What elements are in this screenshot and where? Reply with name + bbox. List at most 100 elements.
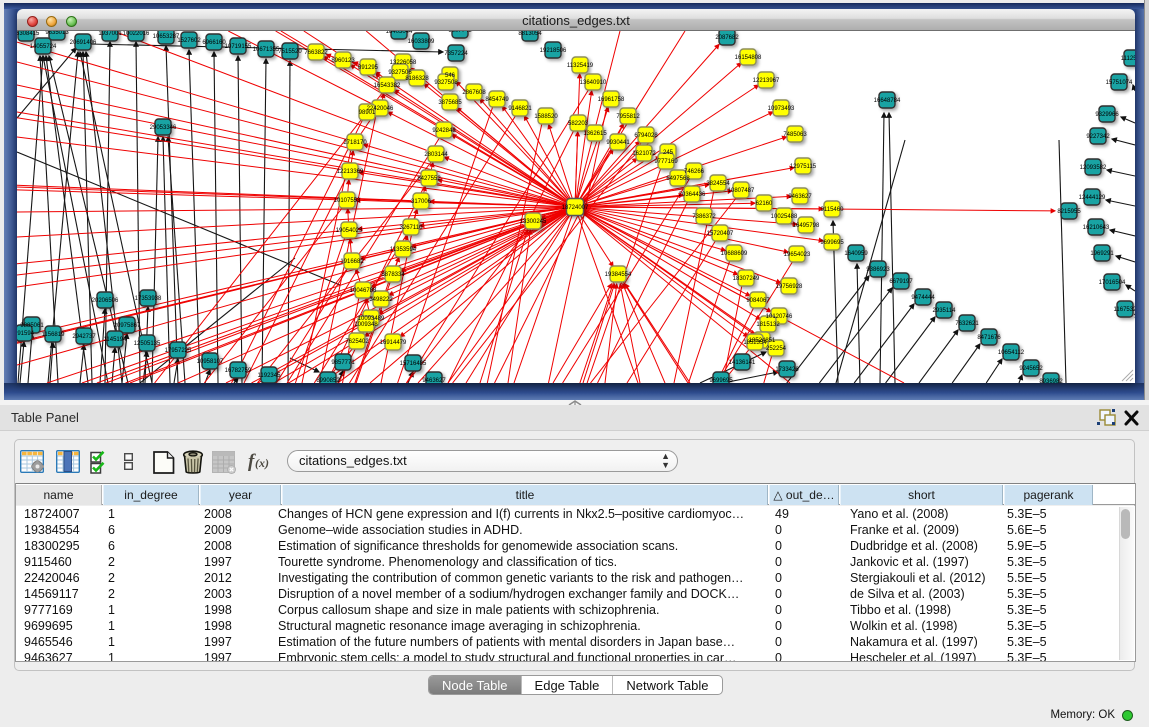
svg-text:20206506: 20206506: [92, 298, 119, 304]
svg-text:12975115: 12975115: [790, 164, 817, 170]
svg-text:9329966: 9329966: [1095, 112, 1119, 118]
svg-text:1588520: 1588520: [534, 114, 558, 120]
svg-text:62160: 62160: [756, 201, 773, 207]
svg-text:15720407: 15720407: [707, 231, 734, 237]
svg-text:9242848: 9242848: [432, 128, 456, 134]
svg-text:18307249: 18307249: [733, 276, 760, 282]
svg-text:20691406: 20691406: [70, 40, 97, 46]
svg-text:2942737: 2942737: [72, 334, 96, 340]
svg-text:9857771: 9857771: [331, 360, 355, 366]
svg-text:19654023: 19654023: [784, 252, 811, 258]
svg-text:10671355: 10671355: [253, 47, 280, 53]
svg-text:7357224: 7357224: [444, 51, 468, 57]
svg-text:8215955: 8215955: [1057, 209, 1081, 215]
svg-text:9699695: 9699695: [709, 378, 733, 383]
svg-text:9327508: 9327508: [434, 80, 458, 86]
svg-text:14136141: 14136141: [729, 360, 756, 366]
svg-text:3824554: 3824554: [706, 181, 730, 187]
svg-text:10807487: 10807487: [728, 188, 755, 194]
svg-text:10654112: 10654112: [998, 350, 1025, 356]
svg-text:746266: 746266: [684, 169, 705, 175]
svg-text:9607743: 9607743: [448, 31, 472, 34]
svg-text:12505135: 12505135: [134, 341, 161, 347]
svg-text:10025488: 10025488: [771, 214, 798, 220]
svg-text:891295: 891295: [358, 65, 379, 71]
svg-text:20364436: 20364436: [679, 192, 706, 198]
svg-text:8427552: 8427552: [417, 176, 441, 182]
svg-text:9245652: 9245652: [1019, 366, 1043, 372]
svg-text:9885061: 9885061: [20, 323, 44, 329]
svg-text:16210643: 16210643: [1083, 225, 1110, 231]
svg-text:8186328: 8186328: [405, 76, 429, 82]
svg-text:7625402: 7625402: [345, 339, 369, 345]
svg-text:19384554: 19384554: [605, 272, 632, 278]
svg-text:10958107: 10958107: [197, 359, 224, 365]
svg-text:9463627: 9463627: [788, 194, 812, 200]
svg-text:9146821: 9146821: [508, 106, 532, 112]
svg-text:12213967: 12213967: [753, 78, 780, 84]
svg-text:11353594: 11353594: [390, 247, 417, 253]
svg-text:8936982: 8936982: [1039, 379, 1063, 383]
svg-text:6679197: 6679197: [889, 279, 913, 285]
svg-text:12213369: 12213369: [337, 169, 364, 175]
svg-text:582203: 582203: [568, 121, 589, 127]
svg-text:1733426: 1733426: [775, 367, 799, 373]
svg-text:7955812: 7955812: [616, 114, 640, 120]
svg-text:1009348: 1009348: [354, 322, 378, 328]
svg-text:16782759: 16782759: [225, 368, 252, 374]
svg-text:10120746: 10120746: [766, 314, 793, 320]
svg-text:2867608: 2867608: [462, 90, 486, 96]
svg-text:9084067: 9084067: [746, 298, 770, 304]
svg-text:1969291: 1969291: [1090, 251, 1114, 257]
svg-text:19756928: 19756928: [776, 284, 803, 290]
svg-text:1640959: 1640959: [844, 251, 868, 257]
svg-text:17016504: 17016504: [1099, 280, 1126, 286]
svg-text:1937001: 1937001: [98, 31, 122, 37]
svg-text:9699695: 9699695: [820, 240, 844, 246]
svg-text:29053346: 29053346: [150, 125, 177, 131]
svg-text:16033809: 16033809: [408, 39, 435, 45]
svg-text:3267110: 3267110: [400, 225, 424, 231]
svg-text:1362615: 1362615: [583, 131, 607, 137]
svg-text:12444129: 12444129: [1079, 195, 1106, 201]
svg-text:16648784: 16648784: [874, 98, 901, 104]
svg-text:3498222: 3498222: [369, 297, 393, 303]
svg-text:9930441: 9930441: [606, 140, 630, 146]
svg-text:7663822: 7663822: [304, 50, 328, 56]
svg-text:15751074: 15751074: [1106, 80, 1133, 86]
svg-text:9115460: 9115460: [821, 207, 845, 213]
svg-text:17353938: 17353938: [135, 296, 162, 302]
svg-text:9777169: 9777169: [654, 159, 678, 165]
svg-text:6966160: 6966160: [202, 40, 226, 46]
svg-text:16914479: 16914479: [380, 340, 407, 346]
svg-text:8960123: 8960123: [331, 58, 355, 64]
svg-text:7485063: 7485063: [783, 132, 807, 138]
svg-text:1192345: 1192345: [258, 373, 282, 379]
svg-text:16543382: 16543382: [374, 83, 401, 89]
svg-text:10719155: 10719155: [225, 44, 252, 50]
svg-text:1167532: 1167532: [1114, 307, 1135, 313]
svg-text:16495798: 16495798: [793, 223, 820, 229]
svg-text:13226058: 13226058: [390, 60, 417, 66]
svg-text:15716485: 15716485: [400, 361, 427, 367]
svg-text:18724007: 18724007: [562, 205, 589, 211]
svg-text:13300245: 13300245: [520, 219, 547, 225]
svg-text:1527602: 1527602: [177, 38, 201, 44]
svg-text:16154808: 16154808: [735, 55, 762, 61]
svg-text:1621072: 1621072: [632, 151, 656, 157]
svg-text:2935114: 2935114: [933, 308, 957, 314]
svg-text:8471676: 8471676: [977, 335, 1001, 341]
svg-text:10688609: 10688609: [721, 251, 748, 257]
svg-text:9635013: 9635013: [45, 31, 69, 36]
svg-text:18403044: 18403044: [386, 31, 413, 35]
svg-text:8813054: 8813054: [518, 31, 542, 37]
svg-text:8454749: 8454749: [485, 97, 509, 103]
svg-text:98901: 98901: [359, 110, 376, 116]
svg-text:1916682: 1916682: [340, 259, 364, 265]
svg-text:19218506: 19218506: [540, 48, 567, 54]
svg-text:10022016: 10022016: [123, 31, 150, 37]
svg-text:1852354: 1852354: [743, 340, 767, 346]
svg-text:9386923: 9386923: [866, 267, 890, 273]
svg-text:7515520: 7515520: [278, 49, 302, 55]
svg-text:1156819: 1156819: [42, 332, 66, 338]
